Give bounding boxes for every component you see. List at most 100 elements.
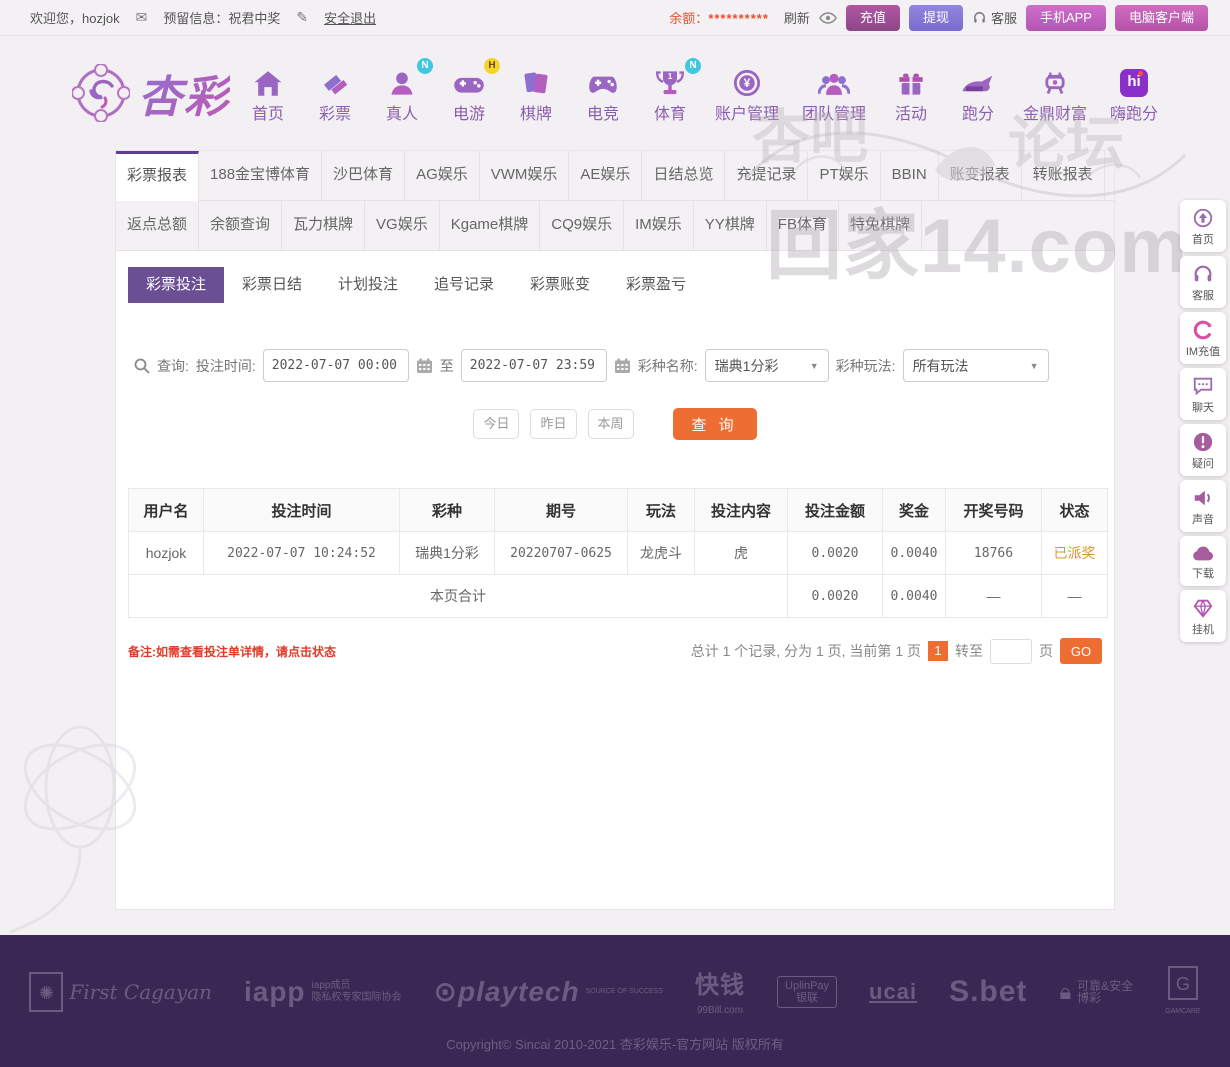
tab-transfer-report[interactable]: 转账报表	[1022, 151, 1105, 201]
tab-vg[interactable]: VG娱乐	[365, 201, 440, 251]
subtab-plan-bets[interactable]: 计划投注	[320, 267, 416, 303]
current-page-button[interactable]: 1	[928, 641, 948, 661]
side-download[interactable]: 下载	[1180, 536, 1226, 586]
footer-logo-playtech: ⊙playtech SOURCE OF SUCCESS	[434, 975, 663, 1008]
subtab-lottery-daily[interactable]: 彩票日结	[224, 267, 320, 303]
tab-deposit-withdraw[interactable]: 充提记录	[725, 151, 808, 201]
side-home[interactable]: 首页	[1180, 200, 1226, 252]
tab-tetu-chess[interactable]: 特兔棋牌	[839, 201, 922, 251]
tab-account-change[interactable]: 账变报表	[939, 151, 1022, 201]
cell-play: 龙虎斗	[628, 532, 695, 575]
withdraw-button[interactable]: 提现	[909, 5, 963, 31]
customer-service-link[interactable]: 客服	[972, 8, 1017, 27]
subtab-lottery-changes[interactable]: 彩票账变	[512, 267, 608, 303]
cell-status: 已派奖	[1042, 532, 1108, 575]
subtab-chase-records[interactable]: 追号记录	[416, 267, 512, 303]
pc-client-button[interactable]: 电脑客户端	[1115, 5, 1208, 31]
today-button[interactable]: 今日	[473, 409, 519, 439]
tab-188-sports[interactable]: 188金宝博体育	[199, 151, 322, 201]
nav-item-live[interactable]: N 真人	[380, 63, 424, 124]
nav-item-esports[interactable]: 电竞	[581, 63, 625, 124]
cell-prize: 0.0040	[883, 532, 946, 575]
nav-item-hipaofen[interactable]: hi 嗨跑分	[1110, 63, 1158, 124]
bet-time-to-input[interactable]	[461, 349, 607, 382]
lottery-select[interactable]: 瑞典1分彩▼	[705, 349, 829, 382]
this-week-button[interactable]: 本周	[588, 409, 634, 439]
goto-page-input[interactable]	[990, 639, 1032, 664]
bets-table-wrap: 用户名 投注时间 彩种 期号 玩法 投注内容 投注金额 奖金 开奖号码 状态 h…	[128, 488, 1102, 618]
side-idle[interactable]: 挂机	[1180, 590, 1226, 642]
status-link[interactable]: 已派奖	[1054, 545, 1096, 561]
edit-icon[interactable]: ✎	[296, 9, 308, 26]
cell-draw-number: 18766	[946, 532, 1042, 575]
refresh-link[interactable]: 刷新	[784, 8, 810, 27]
nav-item-lottery[interactable]: 彩票	[313, 63, 357, 124]
side-im-recharge[interactable]: IM充值	[1180, 312, 1226, 364]
bet-time-from-input[interactable]	[263, 349, 409, 382]
cloud-download-icon	[1191, 543, 1215, 563]
side-service[interactable]: 客服	[1180, 256, 1226, 308]
tab-yy-chess[interactable]: YY棋牌	[694, 201, 767, 251]
tab-ae[interactable]: AE娱乐	[569, 151, 642, 201]
query-label: 查询:	[157, 356, 189, 376]
nav-item-jinding[interactable]: 金鼎财富	[1023, 63, 1087, 124]
account-coin-icon: ¥	[733, 69, 761, 97]
table-header-row: 用户名 投注时间 彩种 期号 玩法 投注内容 投注金额 奖金 开奖号码 状态	[129, 489, 1108, 532]
nav-item-account[interactable]: ¥ 账户管理	[715, 63, 779, 124]
side-question[interactable]: 疑问	[1180, 424, 1226, 476]
stamp-icon: ✺	[29, 972, 63, 1012]
tab-bbin[interactable]: BBIN	[881, 151, 939, 201]
summary-status: —	[1042, 575, 1108, 618]
tab-cq9[interactable]: CQ9娱乐	[540, 201, 624, 251]
tab-im[interactable]: IM娱乐	[624, 201, 694, 251]
col-play: 玩法	[628, 489, 695, 532]
calendar-icon[interactable]	[614, 358, 631, 374]
col-status: 状态	[1042, 489, 1108, 532]
nav-item-egame[interactable]: H 电游	[447, 63, 491, 124]
recharge-button[interactable]: 充值	[846, 5, 900, 31]
diamond-icon	[1192, 597, 1214, 619]
play-type-select[interactable]: 所有玩法▼	[903, 349, 1049, 382]
yesterday-button[interactable]: 昨日	[530, 409, 576, 439]
balance-label: 余额：**********	[669, 8, 769, 27]
nav-item-team[interactable]: 团队管理	[802, 63, 866, 124]
footer-logo-iapp: iapp iapp成员隐私权专家国际协会	[244, 976, 402, 1008]
subtab-lottery-pnl[interactable]: 彩票盈亏	[608, 267, 704, 303]
nav-item-sports[interactable]: 1N 体育	[648, 63, 692, 124]
jump-label: 转至	[955, 641, 983, 661]
calendar-icon[interactable]	[416, 358, 433, 374]
mail-icon[interactable]: ✉	[136, 9, 148, 26]
tab-vwm[interactable]: VWM娱乐	[480, 151, 570, 201]
site-logo[interactable]: 杏彩	[72, 61, 230, 125]
go-button[interactable]: GO	[1060, 638, 1102, 664]
report-tabs-row1: 彩票报表 188金宝博体育 沙巴体育 AG娱乐 VWM娱乐 AE娱乐 日结总览 …	[116, 151, 1114, 201]
footer-logo-gamcare: GGAMCARE	[1165, 966, 1200, 1018]
nav-item-activity[interactable]: 活动	[889, 63, 933, 124]
tab-kgame[interactable]: Kgame棋牌	[440, 201, 541, 251]
tab-rebate-total[interactable]: 返点总额	[116, 201, 199, 251]
tab-lottery-report[interactable]: 彩票报表	[116, 151, 199, 201]
side-chat[interactable]: 聊天	[1180, 368, 1226, 420]
top-bar: 欢迎您，hozjok ✉ 预留信息：祝君中奖 ✎ 安全退出 余额：*******…	[0, 0, 1230, 36]
nav-item-paofen[interactable]: 跑分	[956, 63, 1000, 124]
tab-daily-summary[interactable]: 日结总览	[642, 151, 725, 201]
tab-pt[interactable]: PT娱乐	[808, 151, 880, 201]
tab-balance-query[interactable]: 余额查询	[199, 201, 282, 251]
nav-item-home[interactable]: 首页	[246, 63, 290, 124]
tab-fb-sports[interactable]: FB体育	[767, 201, 839, 251]
tab-saba-sports[interactable]: 沙巴体育	[322, 151, 405, 201]
tab-ag[interactable]: AG娱乐	[405, 151, 480, 201]
subtab-lottery-bets[interactable]: 彩票投注	[128, 267, 224, 303]
mobile-app-button[interactable]: 手机APP	[1026, 5, 1106, 31]
page-unit-label: 页	[1039, 641, 1053, 661]
svg-text:1: 1	[668, 71, 673, 80]
cell-issue: 20220707-0625	[495, 532, 628, 575]
search-button[interactable]: 查 询	[673, 408, 757, 440]
side-sound[interactable]: 声音	[1180, 480, 1226, 532]
tab-wali-chess[interactable]: 瓦力棋牌	[282, 201, 365, 251]
col-draw-number: 开奖号码	[946, 489, 1042, 532]
nav-item-chess[interactable]: 棋牌	[514, 63, 558, 124]
eye-icon[interactable]	[819, 12, 837, 24]
cell-bet-time: 2022-07-07 10:24:52	[204, 532, 400, 575]
logout-link[interactable]: 安全退出	[324, 8, 376, 27]
